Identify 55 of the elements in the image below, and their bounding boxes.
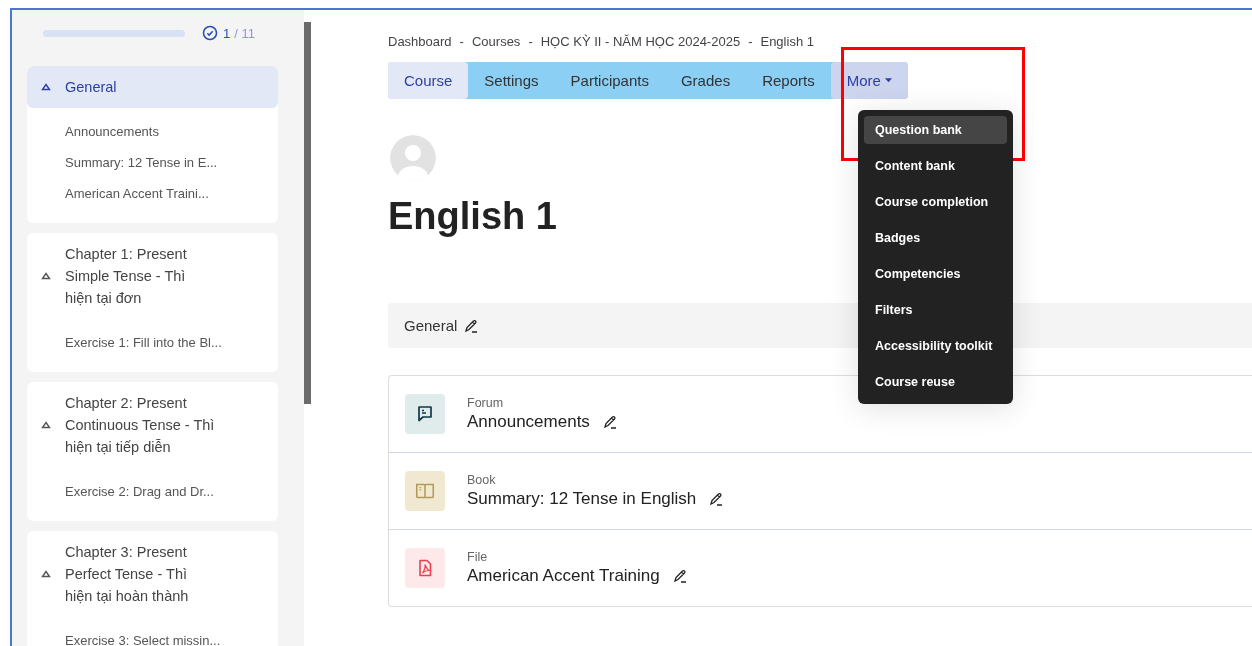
activity-link[interactable]: American Accent Traini... [65, 178, 278, 209]
book-icon [405, 471, 445, 511]
activity-type: Book [467, 473, 497, 487]
chevron-icon [41, 420, 51, 430]
menu-item[interactable]: Accessibility toolkit [864, 332, 1007, 360]
activity-link[interactable]: Exercise 1: Fill into the Bl... [65, 327, 278, 358]
section-title: General [404, 317, 458, 334]
check-circle-icon [202, 25, 218, 41]
nav-tab[interactable]: Participants [554, 62, 665, 99]
total-count: / 11 [234, 25, 255, 41]
section-header[interactable]: Chapter 3: Present Perfect Tense - Thì hiện tại hoàn thành [27, 531, 278, 617]
chevron-icon [41, 271, 51, 281]
completed-count: 1 [223, 25, 231, 41]
breadcrumb-separator: - [748, 33, 753, 49]
activity-link[interactable]: Exercise 3: Select missin... [65, 625, 278, 646]
document-icon [405, 548, 445, 588]
breadcrumb-link[interactable]: HỌC KỲ II - NĂM HỌC 2024-2025 [540, 33, 741, 49]
nav-tab[interactable]: Course [388, 62, 469, 99]
pencil-icon[interactable] [601, 414, 618, 430]
nav-tab[interactable]: More [830, 62, 908, 99]
breadcrumb-link[interactable]: Dashboard [388, 33, 452, 49]
pencil-icon[interactable] [671, 568, 688, 584]
breadcrumb-separator: - [459, 33, 464, 49]
chevron-icon [41, 569, 51, 579]
section-header[interactable]: General [27, 66, 278, 108]
caret-icon [884, 78, 892, 83]
activity-type: File [467, 550, 489, 564]
nav-tab[interactable]: Reports [746, 62, 831, 99]
activity-link[interactable]: American Accent Training [467, 566, 660, 586]
breadcrumb-separator: - [528, 33, 533, 49]
menu-item[interactable]: Question bank [864, 116, 1007, 144]
section-header[interactable]: Chapter 1: Present Simple Tense - Thì hiện tại đơn [27, 233, 278, 319]
pencil-icon[interactable] [463, 317, 480, 334]
menu-item[interactable]: Course reuse [864, 368, 1007, 396]
chevron-icon [41, 82, 51, 92]
section-header[interactable]: Chapter 2: Present Continuous Tense - Thì hiện tại tiếp diễn [27, 382, 278, 468]
breadcrumb-link[interactable]: Courses [471, 33, 521, 49]
menu-item[interactable]: Competencies [864, 260, 1007, 288]
breadcrumb-link[interactable]: English 1 [760, 33, 814, 49]
menu-item[interactable]: Content bank [864, 152, 1007, 180]
chat-icon [405, 394, 445, 434]
menu-item[interactable]: Badges [864, 224, 1007, 252]
nav-tab[interactable]: Settings [468, 62, 555, 99]
activity-type: Forum [467, 396, 505, 410]
activity-link[interactable]: Exercise 2: Drag and Dr... [65, 476, 278, 507]
menu-item[interactable]: Filters [864, 296, 1007, 324]
pencil-icon[interactable] [708, 491, 725, 507]
menu-item[interactable]: Course completion [864, 188, 1007, 216]
nav-tab[interactable]: Grades [664, 62, 747, 99]
activity-link[interactable]: Announcements [467, 412, 590, 432]
activity-link[interactable]: Summary: 12 Tense in English [467, 489, 697, 509]
avatar-icon [390, 135, 436, 181]
activity-link[interactable]: Summary: 12 Tense in E... [65, 147, 278, 178]
course-title: English 1 [388, 194, 557, 239]
activity-link[interactable]: Announcements [65, 116, 278, 147]
